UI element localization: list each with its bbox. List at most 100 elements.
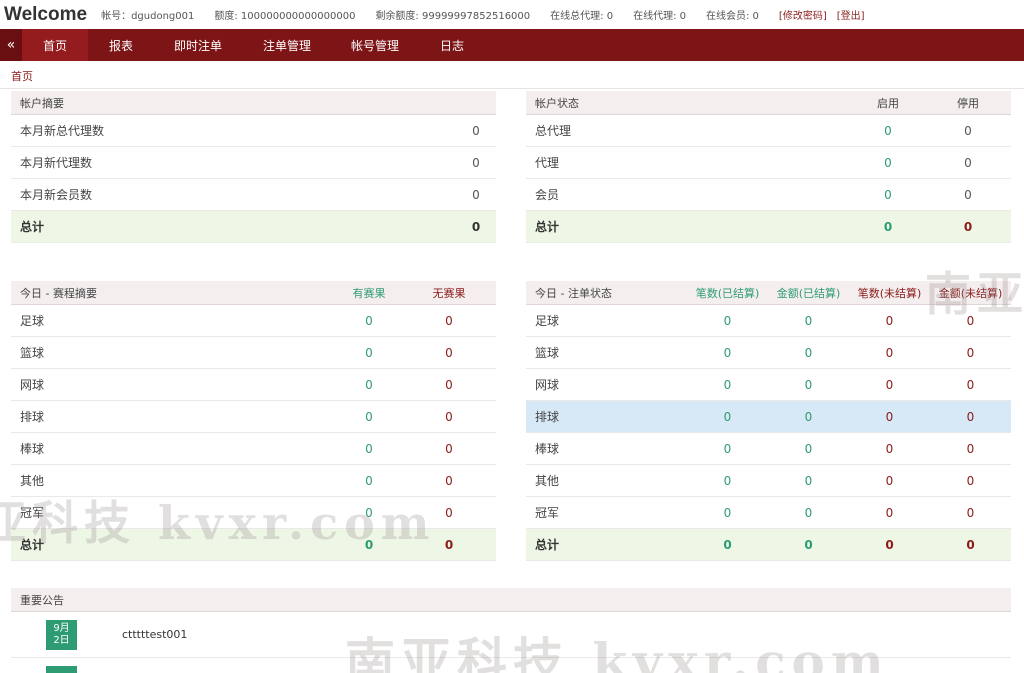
settled-count-value: 0	[723, 377, 732, 392]
bet-status-header: 今日 - 注单状态 笔数(已结算) 金额(已结算) 笔数(未结算) 金额(未结算…	[526, 281, 1011, 305]
row-label: 本月新会员数	[20, 188, 93, 202]
row-label: 足球	[20, 314, 45, 328]
match-summary-title: 今日 - 赛程摘要	[20, 286, 97, 300]
table-row: 总代理 0 0	[526, 115, 1011, 147]
row-label: 篮球	[535, 346, 560, 360]
settled-amount-value: 0	[804, 377, 813, 392]
col-unsettled-amount-header: 金额(未结算)	[938, 286, 1003, 300]
settled-count-value: 0	[723, 409, 732, 424]
date-day: 2日	[53, 634, 70, 646]
unsettled-amount-value: 0	[966, 441, 975, 456]
enabled-value: 0	[884, 155, 892, 170]
settled-amount-value: 0	[804, 505, 813, 520]
unsettled-count-value: 0	[885, 313, 894, 328]
nav-item-live-bets[interactable]: 即时注单	[154, 29, 242, 61]
total-label: 总计	[20, 538, 45, 552]
row-label: 棒球	[20, 442, 45, 456]
col-with-result-header: 有赛果	[352, 286, 386, 300]
row-label: 冠军	[535, 506, 560, 520]
announcements-title: 重要公告	[20, 593, 64, 607]
total-label: 总计	[20, 220, 45, 234]
announcements-header: 重要公告	[11, 588, 1011, 612]
disabled-value: 0	[964, 187, 972, 202]
table-row: 代理 0 0	[526, 147, 1011, 179]
nav-item-reports[interactable]: 报表	[88, 29, 154, 61]
settled-count-value: 0	[723, 441, 732, 456]
bet-status-title: 今日 - 注单状态	[535, 286, 612, 300]
unsettled-count-value: 0	[885, 505, 894, 520]
table-row: 足球 0 0 0 0	[526, 305, 1011, 337]
total-settled-count: 0	[723, 537, 732, 552]
match-summary-panel: 今日 - 赛程摘要 有赛果 无赛果 足球 0 0 篮球 0 0 网球 0 0 排…	[11, 281, 496, 561]
unsettled-count-value: 0	[885, 345, 894, 360]
with-value: 0	[365, 441, 373, 456]
with-value: 0	[365, 473, 373, 488]
without-value: 0	[445, 441, 453, 456]
account-summary-title: 帐户摘要	[20, 96, 64, 110]
announcement-item[interactable]: 9月 2日 ctttttest001	[11, 612, 1011, 658]
announcement-item[interactable]: 9月	[11, 658, 1011, 673]
settled-amount-value: 0	[804, 409, 813, 424]
total-unsettled-amount: 0	[966, 537, 975, 552]
without-value: 0	[445, 473, 453, 488]
with-value: 0	[365, 313, 373, 328]
settled-count-value: 0	[723, 505, 732, 520]
col-without-result-header: 无赛果	[432, 286, 466, 300]
row-value: 0	[472, 123, 480, 138]
row-label: 篮球	[20, 346, 45, 360]
top-info-bar: Welcome 帐号：dgudong001 额度: 10000000000000…	[0, 0, 1024, 29]
unsettled-count-value: 0	[885, 473, 894, 488]
announcement-text[interactable]: ctttttest001	[122, 628, 187, 641]
logout-link[interactable]: [登出]	[837, 7, 865, 22]
total-without-value: 0	[444, 537, 454, 552]
collapse-sidebar-button[interactable]: «	[0, 29, 22, 61]
row-label: 总代理	[535, 124, 572, 138]
total-row: 总计 0 0 0 0	[526, 529, 1011, 561]
account-info: 帐号：dgudong001	[101, 11, 195, 22]
row-label: 本月新代理数	[20, 156, 93, 170]
col-settled-count-header: 笔数(已结算)	[695, 286, 760, 300]
online-agents-total-info: 在线总代理: 0	[550, 11, 614, 22]
without-value: 0	[445, 409, 453, 424]
nav-item-home[interactable]: 首页	[22, 29, 88, 61]
nav-item-logs[interactable]: 日志	[418, 29, 486, 61]
with-value: 0	[365, 409, 373, 424]
table-row: 棒球 0 0 0 0	[526, 433, 1011, 465]
total-label: 总计	[535, 538, 560, 552]
col-enabled-header: 启用	[877, 96, 899, 110]
with-value: 0	[365, 377, 373, 392]
without-value: 0	[445, 377, 453, 392]
brand-title: Welcome	[4, 3, 88, 25]
with-value: 0	[365, 345, 373, 360]
table-row-highlighted: 排球 0 0 0 0	[526, 401, 1011, 433]
table-row: 冠军 0 0 0 0	[526, 497, 1011, 529]
table-row: 足球 0 0	[11, 305, 496, 337]
total-unsettled-count: 0	[885, 537, 894, 552]
nav-item-account-management[interactable]: 帐号管理	[332, 29, 418, 61]
account-status-header: 帐户状态 启用 停用	[526, 91, 1011, 115]
total-label: 总计	[535, 220, 560, 234]
account-status-panel: 帐户状态 启用 停用 总代理 0 0 代理 0 0 会员 0 0 总计 0 0	[526, 91, 1011, 243]
col-settled-amount-header: 金额(已结算)	[776, 286, 841, 300]
settled-amount-value: 0	[804, 473, 813, 488]
nav-item-bet-management[interactable]: 注单管理	[242, 29, 332, 61]
row-label: 网球	[20, 378, 45, 392]
without-value: 0	[445, 313, 453, 328]
disabled-value: 0	[964, 155, 972, 170]
credit-info: 额度: 100000000000000000	[214, 11, 356, 22]
online-agents-info: 在线代理: 0	[633, 11, 686, 22]
table-row: 本月新代理数 0	[11, 147, 496, 179]
col-unsettled-count-header: 笔数(未结算)	[857, 286, 922, 300]
breadcrumb[interactable]: 首页	[11, 68, 33, 84]
total-disabled-value: 0	[963, 219, 973, 234]
row-label: 会员	[535, 188, 560, 202]
total-row: 总计 0 0	[11, 529, 496, 561]
total-settled-amount: 0	[804, 537, 813, 552]
table-row: 本月新总代理数 0	[11, 115, 496, 147]
account-summary-panel: 帐户摘要 本月新总代理数 0 本月新代理数 0 本月新会员数 0 总计 0	[11, 91, 496, 243]
settled-amount-value: 0	[804, 441, 813, 456]
change-password-link[interactable]: [修改密码]	[779, 7, 827, 22]
online-members-info: 在线会员: 0	[706, 11, 759, 22]
row-label: 排球	[535, 410, 560, 424]
match-summary-header: 今日 - 赛程摘要 有赛果 无赛果	[11, 281, 496, 305]
